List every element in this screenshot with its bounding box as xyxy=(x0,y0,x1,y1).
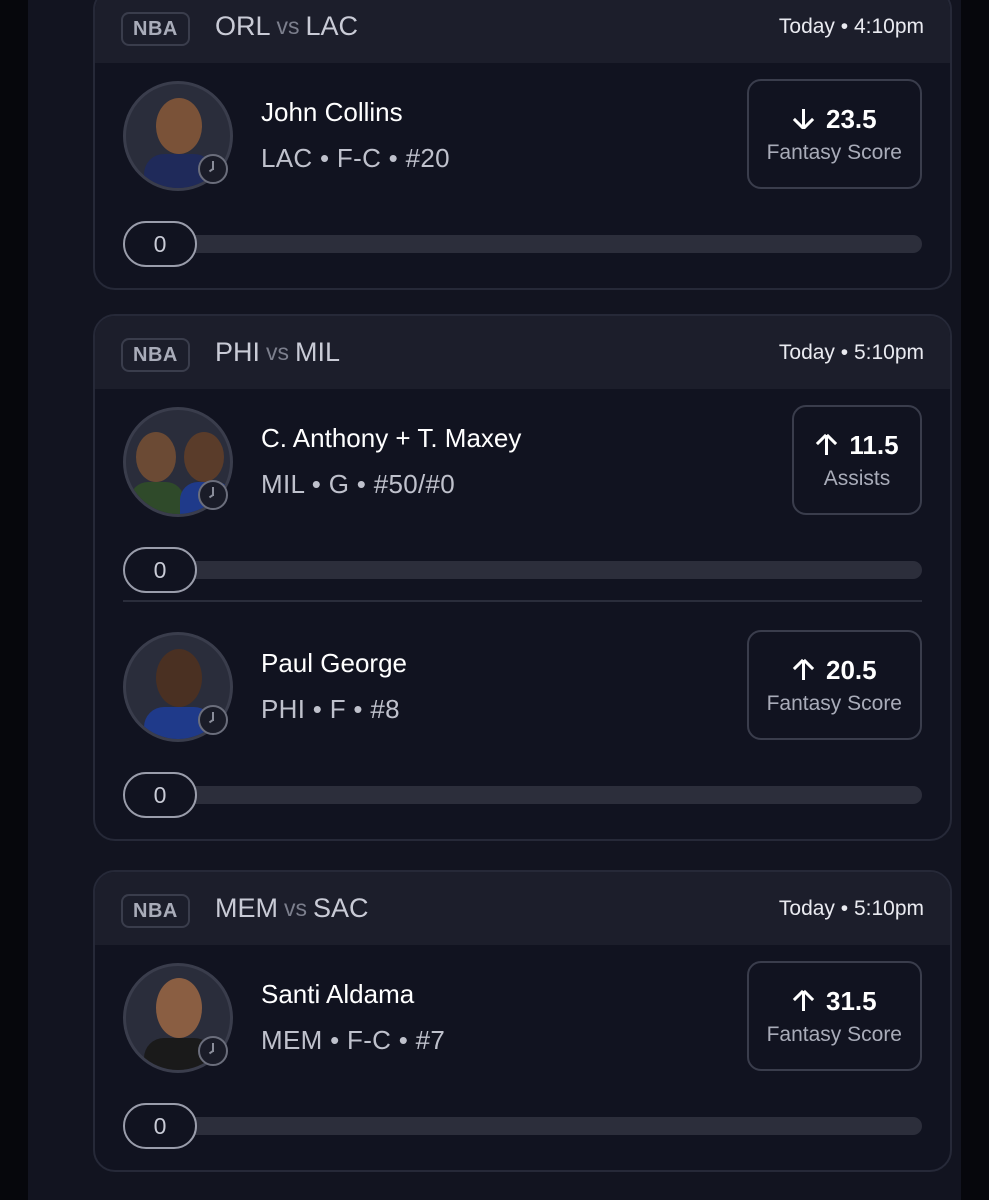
progress-track xyxy=(135,235,922,253)
stat-type: Fantasy Score xyxy=(766,691,902,715)
player-meta: MIL • G • #50/#0 xyxy=(261,469,456,499)
progress-row: 0 xyxy=(95,544,950,614)
player-name: C. Anthony + T. Maxey xyxy=(261,423,522,453)
matchup: PHI vs MIL xyxy=(215,316,340,389)
player-name: Santi Aldama xyxy=(261,979,415,1009)
projection-box[interactable]: 23.5 Fantasy Score xyxy=(746,79,922,189)
player-name: John Collins xyxy=(261,97,403,127)
projection-box[interactable]: 31.5 Fantasy Score xyxy=(746,961,922,1071)
league-badge: NBA xyxy=(121,894,190,928)
progress-value: 0 xyxy=(123,547,197,593)
progress-row: 0 xyxy=(95,218,950,288)
player-meta: LAC • F-C • #20 xyxy=(261,143,450,173)
projection-box[interactable]: 11.5 Assists xyxy=(792,405,922,515)
card-header: NBA ORL vs LAC Today • 4:10pm xyxy=(95,0,950,63)
progress-value: 0 xyxy=(123,772,197,818)
league-badge: NBA xyxy=(121,338,190,372)
team-a: ORL xyxy=(215,11,271,41)
line-value: 23.5 xyxy=(825,103,877,134)
card-header: NBA PHI vs MIL Today • 5:10pm xyxy=(95,316,950,389)
game-card-orl-lac: NBA ORL vs LAC Today • 4:10pm John Colli… xyxy=(93,0,952,290)
vs-label: vs xyxy=(276,13,300,39)
vs-label: vs xyxy=(284,895,307,921)
player-pick-row[interactable]: Santi Aldama MEM • F-C • #7 31.5 Fantasy… xyxy=(95,945,950,1100)
vs-label: vs xyxy=(266,339,290,365)
matchup: MEM vs SAC xyxy=(215,872,369,945)
player-pick-row[interactable]: John Collins LAC • F-C • #20 23.5 Fantas… xyxy=(95,63,950,218)
clock-icon xyxy=(198,154,228,184)
game-time: Today • 4:10pm xyxy=(778,14,924,38)
stat-type: Fantasy Score xyxy=(766,140,902,164)
team-b: SAC xyxy=(313,893,369,923)
card-header: NBA MEM vs SAC Today • 5:10pm xyxy=(95,872,950,945)
progress-track xyxy=(135,1117,922,1135)
stat-type: Assists xyxy=(823,466,891,490)
player-pick-row[interactable]: Paul George PHI • F • #8 20.5 Fantasy Sc… xyxy=(95,614,950,769)
team-a: PHI xyxy=(215,337,261,367)
progress-value: 0 xyxy=(123,221,197,267)
matchup: ORL vs LAC xyxy=(215,0,358,63)
stat-type: Fantasy Score xyxy=(766,1022,902,1046)
team-b: LAC xyxy=(305,11,359,41)
league-badge: NBA xyxy=(121,12,190,46)
game-time: Today • 5:10pm xyxy=(778,340,924,364)
game-card-mem-sac: NBA MEM vs SAC Today • 5:10pm Santi Alda… xyxy=(93,870,952,1172)
arrow-up-icon xyxy=(792,658,815,682)
progress-row: 0 xyxy=(95,1100,950,1170)
picks-panel: NBA ORL vs LAC Today • 4:10pm John Colli… xyxy=(28,0,961,1200)
arrow-up-icon xyxy=(792,989,815,1013)
line-value: 31.5 xyxy=(825,985,877,1016)
player-meta: PHI • F • #8 xyxy=(261,694,400,724)
player-name: Paul George xyxy=(261,648,407,678)
clock-icon xyxy=(198,705,228,735)
progress-row: 0 xyxy=(95,769,950,839)
line-value: 11.5 xyxy=(849,429,899,460)
game-time: Today • 5:10pm xyxy=(778,896,924,920)
team-b: MIL xyxy=(295,337,341,367)
team-a: MEM xyxy=(215,893,278,923)
player-meta: MEM • F-C • #7 xyxy=(261,1025,446,1055)
progress-track xyxy=(135,786,922,804)
progress-track xyxy=(135,561,922,579)
projection-box[interactable]: 20.5 Fantasy Score xyxy=(746,630,922,740)
player-pick-row[interactable]: C. Anthony + T. Maxey MIL • G • #50/#0 1… xyxy=(95,389,950,544)
clock-icon xyxy=(198,1036,228,1066)
line-value: 20.5 xyxy=(825,654,877,685)
game-card-phi-mil: NBA PHI vs MIL Today • 5:10pm C. Anthony… xyxy=(93,314,952,841)
clock-icon xyxy=(198,480,228,510)
arrow-down-icon xyxy=(792,107,815,131)
arrow-up-icon xyxy=(815,433,838,457)
progress-value: 0 xyxy=(123,1103,197,1149)
